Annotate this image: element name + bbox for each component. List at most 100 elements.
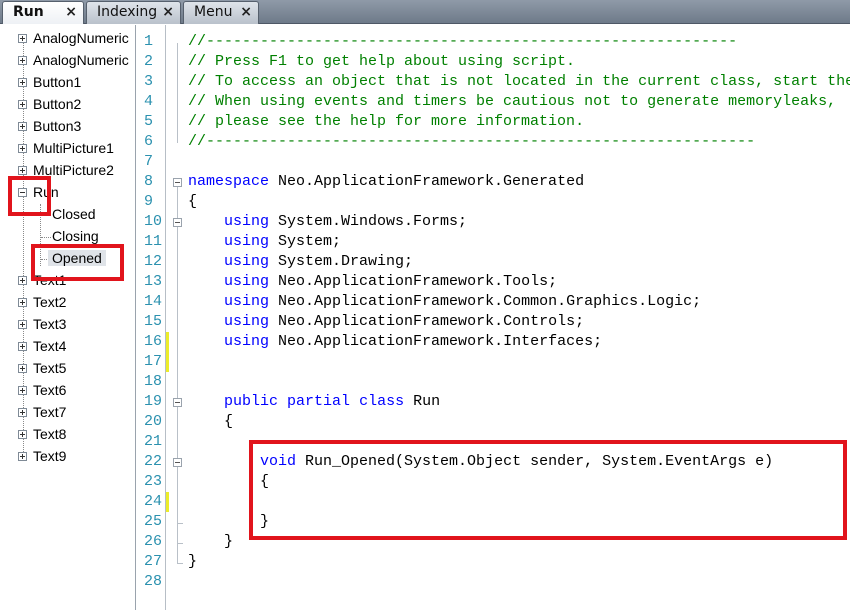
code-line[interactable]: {	[188, 192, 197, 212]
tree-node-label: Button3	[33, 118, 82, 134]
close-icon[interactable]: ×	[240, 2, 252, 23]
line-number: 10	[144, 213, 163, 230]
tree-node-text7[interactable]: Text7	[0, 402, 135, 424]
tree-node-text3[interactable]: Text3	[0, 314, 135, 336]
collapse-region-icon[interactable]	[173, 178, 182, 187]
keyword-token: using	[224, 253, 270, 270]
code-token: Neo.ApplicationFramework.Tools;	[269, 273, 558, 290]
code-token: System.Drawing;	[269, 253, 414, 270]
object-event-tree: AnalogNumeric AnalogNumeric Button1 Button2…	[0, 25, 136, 610]
document-tab-strip: Run × Indexing × Menu ×	[0, 0, 850, 24]
expand-plus-icon[interactable]	[18, 430, 27, 439]
expand-plus-icon[interactable]	[18, 56, 27, 65]
tree-node-text8[interactable]: Text8	[0, 424, 135, 446]
code-line[interactable]: public partial class Run	[188, 392, 440, 412]
fold-guide	[177, 467, 178, 523]
expand-plus-icon[interactable]	[18, 408, 27, 417]
code-line[interactable]: //--------------------------------------…	[188, 32, 737, 52]
tree-node-text5[interactable]: Text5	[0, 358, 135, 380]
code-line[interactable]: {	[188, 412, 233, 432]
expand-plus-icon[interactable]	[18, 100, 27, 109]
tree-node-label: Text4	[33, 338, 67, 354]
expand-plus-icon[interactable]	[18, 298, 27, 307]
close-icon[interactable]: ×	[162, 2, 174, 23]
tree-node-label: Text5	[33, 360, 67, 376]
line-number: 19	[144, 393, 163, 410]
expand-plus-icon[interactable]	[18, 34, 27, 43]
code-line[interactable]: // Press F1 to get help about using scri…	[188, 52, 575, 72]
line-number: 20	[144, 413, 163, 430]
keyword-token: using	[224, 293, 270, 310]
tree-node-text6[interactable]: Text6	[0, 380, 135, 402]
keyword-token: class	[359, 393, 405, 410]
tree-node-analognumeric[interactable]: AnalogNumeric	[0, 28, 135, 50]
code-line[interactable]: using Neo.ApplicationFramework.Tools;	[188, 272, 557, 292]
tree-node-button2[interactable]: Button2	[0, 94, 135, 116]
line-number: 21	[144, 433, 163, 450]
expand-plus-icon[interactable]	[18, 452, 27, 461]
code-line[interactable]: }	[188, 532, 233, 552]
code-line[interactable]: // When using events and timers be cauti…	[188, 92, 836, 112]
tree-node-label: Text6	[33, 382, 67, 398]
tab-menu[interactable]: Menu ×	[183, 1, 259, 24]
tree-node-label: Closed	[52, 206, 96, 222]
fold-guide	[177, 43, 178, 143]
tree-node-text2[interactable]: Text2	[0, 292, 135, 314]
fold-guide	[177, 227, 178, 343]
code-line[interactable]: //--------------------------------------…	[188, 132, 755, 152]
expand-plus-icon[interactable]	[18, 166, 27, 175]
tab-label: Menu	[194, 4, 233, 20]
code-token: Neo.ApplicationFramework.Interfaces;	[269, 333, 603, 350]
line-number: 16	[144, 333, 163, 350]
expand-plus-icon[interactable]	[18, 78, 27, 87]
code-line[interactable]: // To access an object that is not locat…	[188, 72, 850, 92]
tree-node-text4[interactable]: Text4	[0, 336, 135, 358]
code-line[interactable]: // please see the help for more informat…	[188, 112, 584, 132]
collapse-region-icon[interactable]	[173, 218, 182, 227]
code-line[interactable]: using Neo.ApplicationFramework.Common.Gr…	[188, 292, 701, 312]
code-token: {	[188, 193, 198, 210]
tree-node-label: Text3	[33, 316, 67, 332]
expand-plus-icon[interactable]	[18, 342, 27, 351]
line-number: 8	[144, 173, 154, 190]
code-token: Neo.ApplicationFramework.Common.Graphics…	[269, 293, 702, 310]
line-number: 23	[144, 473, 163, 490]
code-token: System;	[269, 233, 342, 250]
tree-node-label: MultiPicture1	[33, 140, 114, 156]
comment-token: // When using events and timers be cauti…	[188, 93, 837, 110]
expand-plus-icon[interactable]	[18, 320, 27, 329]
code-token: Neo.ApplicationFramework.Controls;	[269, 313, 585, 330]
code-line[interactable]: }	[188, 552, 197, 572]
expand-plus-icon[interactable]	[18, 122, 27, 131]
tree-node-text9[interactable]: Text9	[0, 446, 135, 468]
code-line[interactable]: using Neo.ApplicationFramework.Controls;	[188, 312, 584, 332]
line-number: 13	[144, 273, 163, 290]
expand-plus-icon[interactable]	[18, 276, 27, 285]
collapse-region-icon[interactable]	[173, 398, 182, 407]
comment-token: // To access an object that is not locat…	[188, 73, 850, 90]
close-icon[interactable]: ×	[65, 2, 77, 23]
tab-run[interactable]: Run ×	[2, 1, 84, 24]
line-number: 27	[144, 553, 163, 570]
line-number: 15	[144, 313, 163, 330]
tab-indexing[interactable]: Indexing ×	[86, 1, 181, 24]
tree-node-multipicture1[interactable]: MultiPicture1	[0, 138, 135, 160]
expand-plus-icon[interactable]	[18, 144, 27, 153]
tree-node-button3[interactable]: Button3	[0, 116, 135, 138]
expand-plus-icon[interactable]	[18, 364, 27, 373]
collapse-region-icon[interactable]	[173, 458, 182, 467]
expand-plus-icon[interactable]	[18, 386, 27, 395]
code-line[interactable]: using System;	[188, 232, 341, 252]
tree-node-analognumeric[interactable]: AnalogNumeric	[0, 50, 135, 72]
code-token: }	[188, 553, 198, 570]
code-line[interactable]: using Neo.ApplicationFramework.Interface…	[188, 332, 602, 352]
code-line[interactable]: using System.Drawing;	[188, 252, 413, 272]
fold-guide-end	[177, 563, 183, 564]
tree-node-button1[interactable]: Button1	[0, 72, 135, 94]
tree-node-label: Text8	[33, 426, 67, 442]
code-line[interactable]: namespace Neo.ApplicationFramework.Gener…	[188, 172, 584, 192]
code-line[interactable]: using System.Windows.Forms;	[188, 212, 467, 232]
